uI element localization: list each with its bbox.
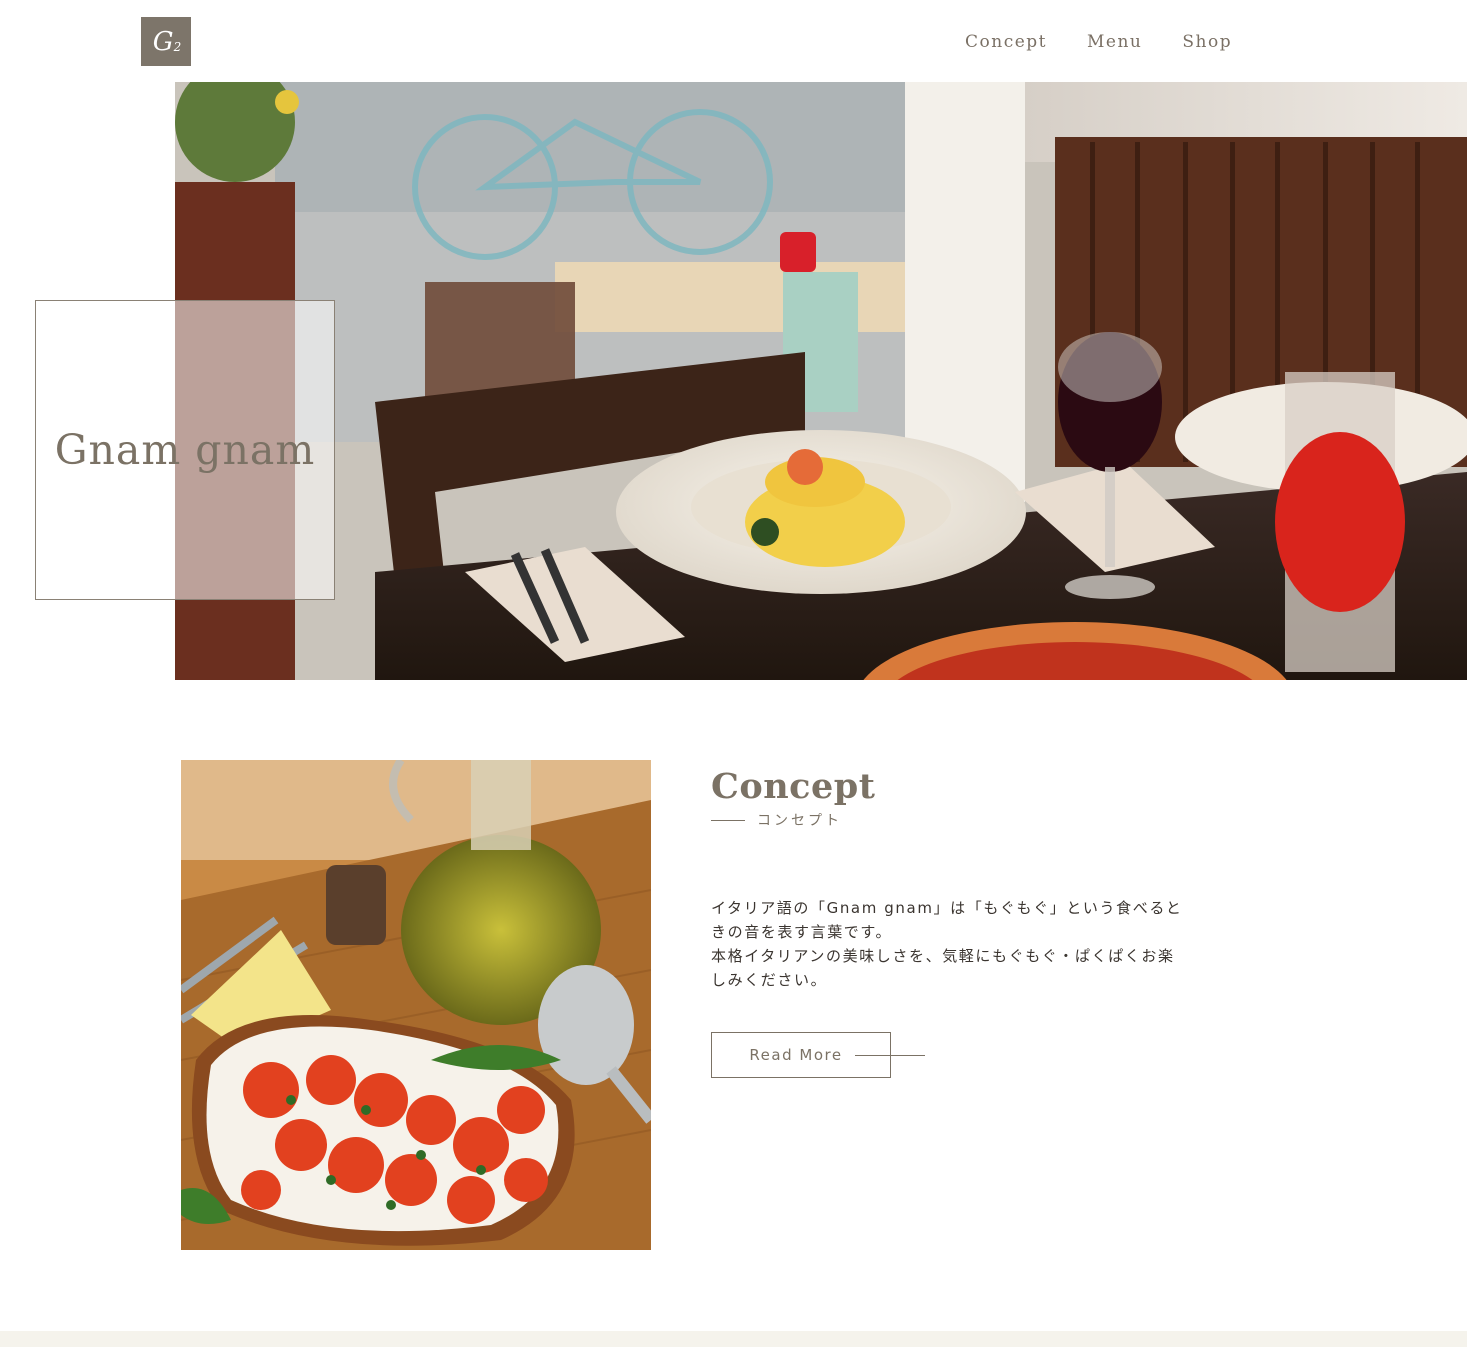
- footer-band: [0, 1331, 1467, 1347]
- site-logo[interactable]: G2: [141, 17, 191, 66]
- concept-subheading: コンセプト: [711, 810, 842, 830]
- read-more-label: Read More: [749, 1046, 843, 1064]
- concept-image: [181, 760, 651, 1250]
- concept-description: イタリア語の「Gnam gnam」は「もぐもぐ」という食べるときの音を表す言葉で…: [711, 896, 1191, 992]
- concept-paragraph-2: 本格イタリアンの美味しさを、気軽にもぐもぐ・ぱくぱくお楽しみください。: [711, 947, 1175, 989]
- hero-title: Gnam gnam: [54, 426, 316, 474]
- subheading-line: [711, 819, 745, 821]
- hero-title-box: Gnam gnam: [35, 300, 335, 600]
- nav-link-shop[interactable]: Shop: [1167, 28, 1247, 56]
- concept-paragraph-1: イタリア語の「Gnam gnam」は「もぐもぐ」という食べるときの音を表す言葉で…: [711, 899, 1183, 941]
- main-nav: Concept Menu Shop: [950, 28, 1257, 56]
- logo-letter: G: [152, 26, 174, 57]
- concept-subheading-text: コンセプト: [757, 813, 842, 829]
- concept-heading: Concept: [711, 766, 876, 807]
- hero-image: [175, 82, 1467, 680]
- read-more-arrow-line: [855, 1055, 925, 1056]
- nav-link-menu[interactable]: Menu: [1072, 28, 1157, 56]
- nav-link-concept[interactable]: Concept: [950, 28, 1062, 56]
- logo-subscript: 2: [173, 39, 182, 54]
